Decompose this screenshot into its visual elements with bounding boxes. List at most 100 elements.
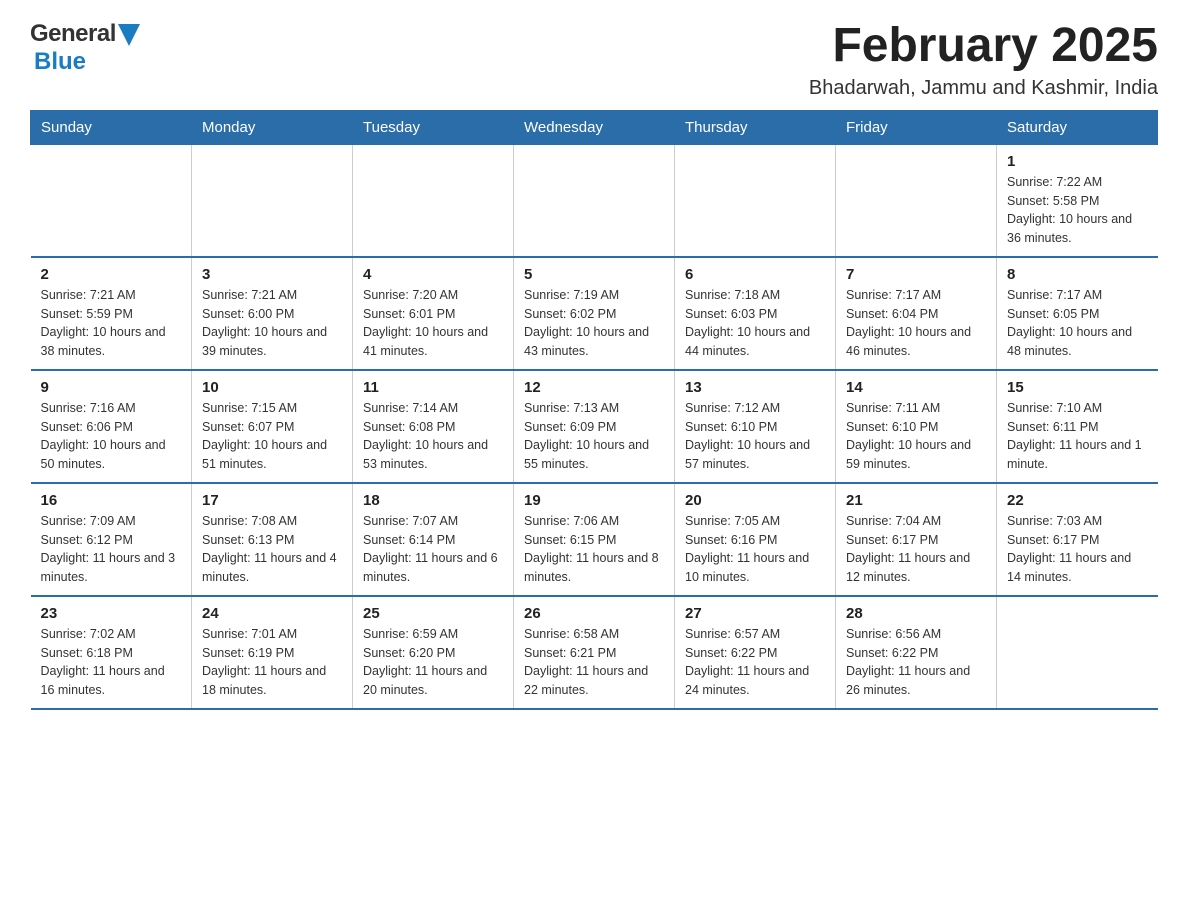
calendar-week-row: 16 Sunrise: 7:09 AMSunset: 6:12 PMDayligh… xyxy=(31,483,1158,596)
day-number: 28 xyxy=(846,605,986,622)
header-tuesday: Tuesday xyxy=(353,110,514,144)
table-row xyxy=(997,596,1158,709)
table-row xyxy=(31,144,192,257)
logo-triangle-icon xyxy=(118,24,140,46)
day-info: Sunrise: 7:18 AMSunset: 6:03 PMDaylight:… xyxy=(685,286,825,361)
table-row: 25 Sunrise: 6:59 AMSunset: 6:20 PMDayligh… xyxy=(353,596,514,709)
table-row: 13 Sunrise: 7:12 AMSunset: 6:10 PMDayligh… xyxy=(675,370,836,483)
day-number: 26 xyxy=(524,605,664,622)
table-row: 14 Sunrise: 7:11 AMSunset: 6:10 PMDayligh… xyxy=(836,370,997,483)
day-number: 4 xyxy=(363,266,503,283)
header-friday: Friday xyxy=(836,110,997,144)
calendar-header-row: Sunday Monday Tuesday Wednesday Thursday… xyxy=(31,110,1158,144)
day-number: 13 xyxy=(685,379,825,396)
day-number: 18 xyxy=(363,492,503,509)
table-row: 24 Sunrise: 7:01 AMSunset: 6:19 PMDayligh… xyxy=(192,596,353,709)
table-row: 18 Sunrise: 7:07 AMSunset: 6:14 PMDayligh… xyxy=(353,483,514,596)
logo: General Blue xyxy=(30,20,140,76)
table-row: 12 Sunrise: 7:13 AMSunset: 6:09 PMDayligh… xyxy=(514,370,675,483)
day-info: Sunrise: 7:05 AMSunset: 6:16 PMDaylight:… xyxy=(685,512,825,587)
day-number: 1 xyxy=(1007,153,1148,170)
day-info: Sunrise: 7:21 AMSunset: 6:00 PMDaylight:… xyxy=(202,286,342,361)
table-row xyxy=(836,144,997,257)
day-info: Sunrise: 7:21 AMSunset: 5:59 PMDaylight:… xyxy=(41,286,182,361)
page-header: General Blue February 2025 Bhadarwah, Ja… xyxy=(30,20,1158,100)
table-row xyxy=(675,144,836,257)
table-row: 26Sunrise: 6:58 AMSunset: 6:21 PMDayligh… xyxy=(514,596,675,709)
day-info: Sunrise: 7:15 AMSunset: 6:07 PMDaylight:… xyxy=(202,399,342,474)
table-row: 27 Sunrise: 6:57 AMSunset: 6:22 PMDayligh… xyxy=(675,596,836,709)
day-info: Sunrise: 7:06 AMSunset: 6:15 PMDaylight:… xyxy=(524,512,664,587)
day-number: 20 xyxy=(685,492,825,509)
day-info: Sunrise: 7:12 AMSunset: 6:10 PMDaylight:… xyxy=(685,399,825,474)
day-info: Sunrise: 7:16 AMSunset: 6:06 PMDaylight:… xyxy=(41,399,182,474)
day-info: Sunrise: 7:22 AMSunset: 5:58 PMDaylight:… xyxy=(1007,173,1148,248)
table-row xyxy=(353,144,514,257)
day-info: Sunrise: 7:04 AMSunset: 6:17 PMDaylight:… xyxy=(846,512,986,587)
day-number: 9 xyxy=(41,379,182,396)
table-row: 2Sunrise: 7:21 AMSunset: 5:59 PMDaylight… xyxy=(31,257,192,370)
day-number: 11 xyxy=(363,379,503,396)
header-sunday: Sunday xyxy=(31,110,192,144)
table-row: 3 Sunrise: 7:21 AMSunset: 6:00 PMDaylight… xyxy=(192,257,353,370)
day-number: 19 xyxy=(524,492,664,509)
table-row: 1 Sunrise: 7:22 AMSunset: 5:58 PMDaylight… xyxy=(997,144,1158,257)
day-info: Sunrise: 7:14 AMSunset: 6:08 PMDaylight:… xyxy=(363,399,503,474)
day-number: 6 xyxy=(685,266,825,283)
table-row: 28 Sunrise: 6:56 AMSunset: 6:22 PMDayligh… xyxy=(836,596,997,709)
table-row: 8Sunrise: 7:17 AMSunset: 6:05 PMDaylight… xyxy=(997,257,1158,370)
day-info: Sunrise: 6:59 AMSunset: 6:20 PMDaylight:… xyxy=(363,625,503,700)
day-number: 3 xyxy=(202,266,342,283)
table-row: 7Sunrise: 7:17 AMSunset: 6:04 PMDaylight… xyxy=(836,257,997,370)
table-row: 10 Sunrise: 7:15 AMSunset: 6:07 PMDayligh… xyxy=(192,370,353,483)
table-row: 11 Sunrise: 7:14 AMSunset: 6:08 PMDayligh… xyxy=(353,370,514,483)
day-info: Sunrise: 7:20 AMSunset: 6:01 PMDaylight:… xyxy=(363,286,503,361)
day-number: 21 xyxy=(846,492,986,509)
calendar-week-row: 9 Sunrise: 7:16 AMSunset: 6:06 PMDaylight… xyxy=(31,370,1158,483)
day-info: Sunrise: 7:09 AMSunset: 6:12 PMDaylight:… xyxy=(41,512,182,587)
table-row: 6 Sunrise: 7:18 AMSunset: 6:03 PMDaylight… xyxy=(675,257,836,370)
table-row: 23 Sunrise: 7:02 AMSunset: 6:18 PMDayligh… xyxy=(31,596,192,709)
day-number: 15 xyxy=(1007,379,1148,396)
table-row: 21 Sunrise: 7:04 AMSunset: 6:17 PMDayligh… xyxy=(836,483,997,596)
header-saturday: Saturday xyxy=(997,110,1158,144)
table-row: 17 Sunrise: 7:08 AMSunset: 6:13 PMDayligh… xyxy=(192,483,353,596)
table-row xyxy=(192,144,353,257)
logo-general-text: General xyxy=(30,20,116,48)
day-info: Sunrise: 7:07 AMSunset: 6:14 PMDaylight:… xyxy=(363,512,503,587)
header-thursday: Thursday xyxy=(675,110,836,144)
day-info: Sunrise: 6:57 AMSunset: 6:22 PMDaylight:… xyxy=(685,625,825,700)
day-number: 24 xyxy=(202,605,342,622)
header-monday: Monday xyxy=(192,110,353,144)
day-number: 27 xyxy=(685,605,825,622)
day-number: 14 xyxy=(846,379,986,396)
day-info: Sunrise: 7:17 AMSunset: 6:04 PMDaylight:… xyxy=(846,286,986,361)
table-row: 22Sunrise: 7:03 AMSunset: 6:17 PMDayligh… xyxy=(997,483,1158,596)
logo-blue-text: Blue xyxy=(34,48,86,75)
day-info: Sunrise: 7:17 AMSunset: 6:05 PMDaylight:… xyxy=(1007,286,1148,361)
day-number: 23 xyxy=(41,605,182,622)
day-info: Sunrise: 7:08 AMSunset: 6:13 PMDaylight:… xyxy=(202,512,342,587)
calendar-week-row: 1 Sunrise: 7:22 AMSunset: 5:58 PMDaylight… xyxy=(31,144,1158,257)
day-info: Sunrise: 6:56 AMSunset: 6:22 PMDaylight:… xyxy=(846,625,986,700)
title-block: February 2025 Bhadarwah, Jammu and Kashm… xyxy=(809,20,1158,100)
day-number: 17 xyxy=(202,492,342,509)
day-info: Sunrise: 7:03 AMSunset: 6:17 PMDaylight:… xyxy=(1007,512,1148,587)
table-row: 20 Sunrise: 7:05 AMSunset: 6:16 PMDayligh… xyxy=(675,483,836,596)
table-row: 9 Sunrise: 7:16 AMSunset: 6:06 PMDaylight… xyxy=(31,370,192,483)
table-row: 15Sunrise: 7:10 AMSunset: 6:11 PMDayligh… xyxy=(997,370,1158,483)
day-info: Sunrise: 7:02 AMSunset: 6:18 PMDaylight:… xyxy=(41,625,182,700)
location-subtitle: Bhadarwah, Jammu and Kashmir, India xyxy=(809,77,1158,100)
day-number: 12 xyxy=(524,379,664,396)
table-row: 4 Sunrise: 7:20 AMSunset: 6:01 PMDaylight… xyxy=(353,257,514,370)
day-number: 16 xyxy=(41,492,182,509)
day-info: Sunrise: 7:13 AMSunset: 6:09 PMDaylight:… xyxy=(524,399,664,474)
month-title: February 2025 xyxy=(809,20,1158,73)
day-info: Sunrise: 7:01 AMSunset: 6:19 PMDaylight:… xyxy=(202,625,342,700)
day-number: 10 xyxy=(202,379,342,396)
day-number: 25 xyxy=(363,605,503,622)
table-row: 19 Sunrise: 7:06 AMSunset: 6:15 PMDayligh… xyxy=(514,483,675,596)
calendar-week-row: 23 Sunrise: 7:02 AMSunset: 6:18 PMDayligh… xyxy=(31,596,1158,709)
table-row xyxy=(514,144,675,257)
day-info: Sunrise: 7:11 AMSunset: 6:10 PMDaylight:… xyxy=(846,399,986,474)
